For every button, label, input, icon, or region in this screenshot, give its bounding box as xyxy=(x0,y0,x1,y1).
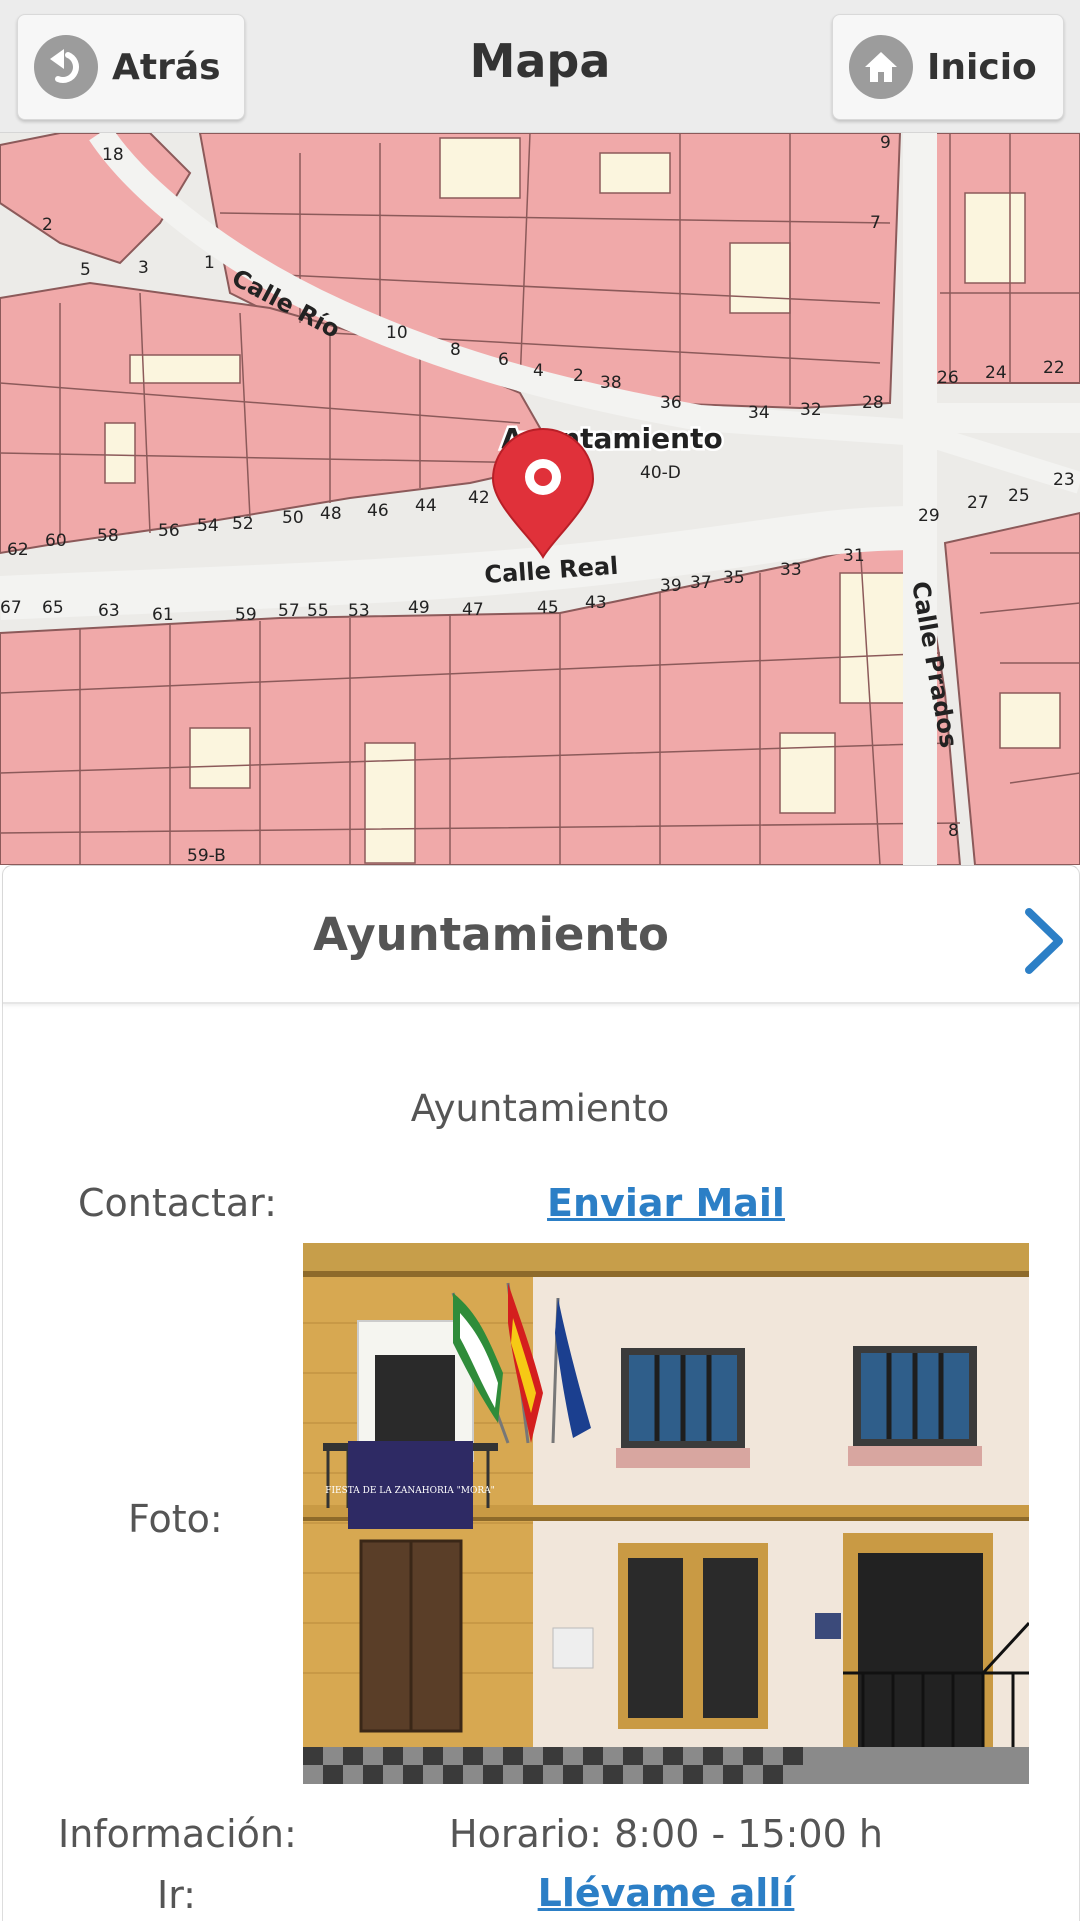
house-number: 61 xyxy=(152,605,174,625)
contact-label: Contactar: xyxy=(78,1181,277,1225)
house-number: 6 xyxy=(498,350,509,370)
schedule-text: Horario: 8:00 - 15:00 h xyxy=(449,1812,883,1856)
house-number: 48 xyxy=(320,504,342,524)
courtyard xyxy=(599,152,671,194)
courtyard xyxy=(964,192,1026,284)
house-number: 9 xyxy=(880,133,891,153)
house-number: 2 xyxy=(42,215,53,235)
house-number: 60 xyxy=(45,531,67,551)
header-bar: Atrás Mapa Inicio xyxy=(0,0,1080,133)
house-number: 27 xyxy=(967,493,989,513)
house-number: 47 xyxy=(462,600,484,620)
panel-header[interactable]: Ayuntamiento xyxy=(3,866,1079,1004)
house-number: 3 xyxy=(138,258,149,278)
courtyard xyxy=(779,732,836,814)
place-name: Ayuntamiento xyxy=(410,1087,670,1130)
map-view[interactable]: Calle Río Calle Real Calle Prados 18 2 5… xyxy=(0,133,1080,865)
house-number: 29 xyxy=(918,506,940,526)
house-number: 5 xyxy=(80,260,91,280)
house-number: 25 xyxy=(1008,486,1030,506)
house-number: 32 xyxy=(800,400,822,420)
home-icon xyxy=(849,35,913,99)
house-number: 38 xyxy=(600,373,622,393)
house-number: 46 xyxy=(367,501,389,521)
info-label: Información: xyxy=(58,1812,297,1856)
courtyard xyxy=(104,422,136,484)
courtyard xyxy=(129,354,241,384)
house-number: 63 xyxy=(98,601,120,621)
map-canvas[interactable]: Calle Río Calle Real Calle Prados 18 2 5… xyxy=(0,133,1080,865)
house-number: 55 xyxy=(307,601,329,621)
house-number: 31 xyxy=(843,546,865,566)
panel-title: Ayuntamiento xyxy=(313,908,669,961)
house-number: 65 xyxy=(42,598,64,618)
photo-banner-text: FIESTA DE LA ZANAHORIA "MORA" xyxy=(325,1486,495,1496)
house-number: 58 xyxy=(97,526,119,546)
house-number: 36 xyxy=(660,393,682,413)
house-number: 39 xyxy=(660,576,682,596)
house-number: 23 xyxy=(1053,470,1075,490)
house-number: 57 xyxy=(278,601,300,621)
back-button[interactable]: Atrás xyxy=(17,14,245,120)
house-number: 35 xyxy=(723,568,745,588)
house-number: 33 xyxy=(780,560,802,580)
house-number: 37 xyxy=(690,573,712,593)
courtyard xyxy=(189,727,251,789)
house-number: 28 xyxy=(862,393,884,413)
house-number: 45 xyxy=(537,598,559,618)
house-number: 67 xyxy=(0,598,22,618)
chevron-right-icon[interactable] xyxy=(1019,906,1069,980)
take-me-there-link[interactable]: Llévame allí xyxy=(538,1871,795,1915)
house-number: 2 xyxy=(573,366,584,386)
house-number: 56 xyxy=(158,521,180,541)
house-number: 34 xyxy=(748,403,770,423)
house-number: 44 xyxy=(415,496,437,516)
house-number: 49 xyxy=(408,598,430,618)
house-number: 59 xyxy=(235,605,257,625)
house-number: 52 xyxy=(232,514,254,534)
courtyard xyxy=(999,692,1061,749)
house-number: 24 xyxy=(985,363,1007,383)
courtyard xyxy=(729,242,791,314)
house-number: 22 xyxy=(1043,358,1065,378)
house-number: 59-B xyxy=(187,846,226,865)
house-number: 18 xyxy=(102,145,124,165)
town-hall-photo: FIESTA DE LA ZANAHORIA "MORA" xyxy=(303,1243,1029,1784)
house-number: 1 xyxy=(204,253,215,273)
house-number: 62 xyxy=(7,540,29,560)
go-label: Ir: xyxy=(157,1873,196,1917)
house-number: 50 xyxy=(282,508,304,528)
house-number: 8 xyxy=(948,821,959,841)
house-number: 42 xyxy=(468,488,490,508)
house-number: 53 xyxy=(348,601,370,621)
send-mail-link[interactable]: Enviar Mail xyxy=(547,1181,785,1225)
house-number: 4 xyxy=(533,361,544,381)
house-number: 26 xyxy=(937,368,959,388)
house-number: 43 xyxy=(585,593,607,613)
home-button-label: Inicio xyxy=(927,46,1037,88)
courtyard xyxy=(439,137,521,199)
photo-label: Foto: xyxy=(128,1497,223,1541)
house-number: 54 xyxy=(197,516,219,536)
back-arrow-icon xyxy=(34,35,98,99)
house-number: 10 xyxy=(386,323,408,343)
home-button[interactable]: Inicio xyxy=(832,14,1064,120)
house-number: 40-D xyxy=(640,463,681,483)
back-button-label: Atrás xyxy=(112,46,221,88)
house-number: 8 xyxy=(450,340,461,360)
house-number: 7 xyxy=(870,213,881,233)
